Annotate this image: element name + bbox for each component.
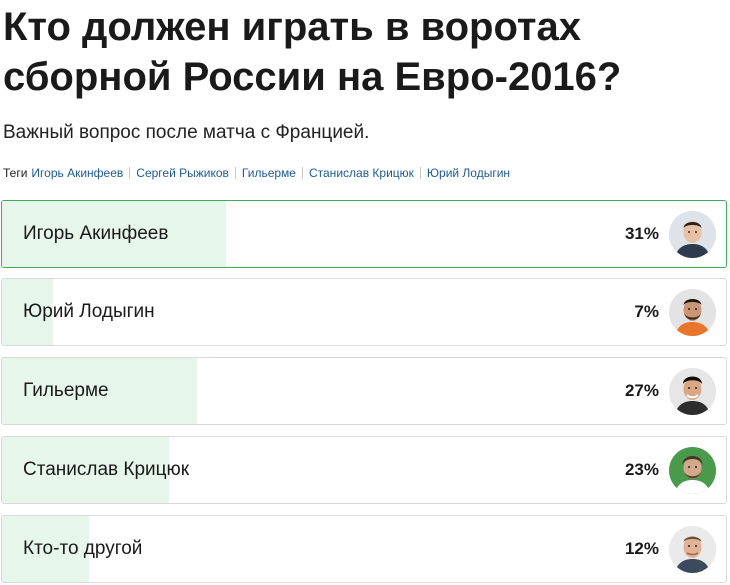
player-photo-akinfeev-icon bbox=[669, 211, 716, 258]
option-label: Кто-то другой bbox=[23, 538, 143, 559]
option-label: Юрий Лодыгин bbox=[23, 301, 155, 322]
tag-link-akinfeev[interactable]: Игорь Акинфеев bbox=[31, 165, 123, 181]
poll-option-akinfeev[interactable]: Игорь Акинфеев 31% bbox=[1, 200, 727, 268]
player-photo-kritsyuk-icon bbox=[669, 447, 716, 494]
tags-row: Теги Игорь Акинфеев Сергей Рыжиков Гилье… bbox=[3, 164, 510, 182]
option-percent: 31% bbox=[624, 224, 659, 243]
tag-link-lodygin[interactable]: Юрий Лодыгин bbox=[427, 165, 510, 181]
option-percent: 27% bbox=[624, 381, 659, 400]
poll-option-guilherme[interactable]: Гильерме 27% bbox=[1, 357, 727, 425]
article-subtitle: Важный вопрос после матча с Францией. bbox=[3, 122, 370, 143]
option-label: Станислав Крицюк bbox=[23, 459, 190, 480]
option-label: Гильерме bbox=[23, 380, 109, 401]
option-percent: 12% bbox=[624, 539, 659, 558]
page-title: Кто должен играть в воротах сборной Росс… bbox=[3, 5, 622, 99]
tag-divider bbox=[234, 167, 236, 179]
tag-divider bbox=[419, 167, 421, 179]
tag-divider bbox=[129, 167, 131, 179]
option-percent: 23% bbox=[624, 460, 659, 479]
poll-option-kritsyuk[interactable]: Станислав Крицюк 23% bbox=[1, 436, 727, 504]
player-photo-guilherme-icon bbox=[669, 368, 716, 415]
tags-label: Теги bbox=[3, 166, 28, 180]
option-label: Игорь Акинфеев bbox=[23, 223, 169, 244]
option-percent: 7% bbox=[634, 302, 659, 321]
tag-link-kritsyuk[interactable]: Станислав Крицюк bbox=[309, 165, 414, 181]
poll-option-lodygin[interactable]: Юрий Лодыгин 7% bbox=[1, 278, 727, 346]
tag-divider bbox=[301, 167, 303, 179]
player-photo-other-icon bbox=[669, 526, 716, 573]
poll-option-other[interactable]: Кто-то другой 12% bbox=[1, 515, 727, 583]
player-photo-lodygin-icon bbox=[669, 289, 716, 336]
tag-link-ryzhikov[interactable]: Сергей Рыжиков bbox=[136, 165, 229, 181]
tag-link-guilherme[interactable]: Гильерме bbox=[242, 165, 296, 181]
